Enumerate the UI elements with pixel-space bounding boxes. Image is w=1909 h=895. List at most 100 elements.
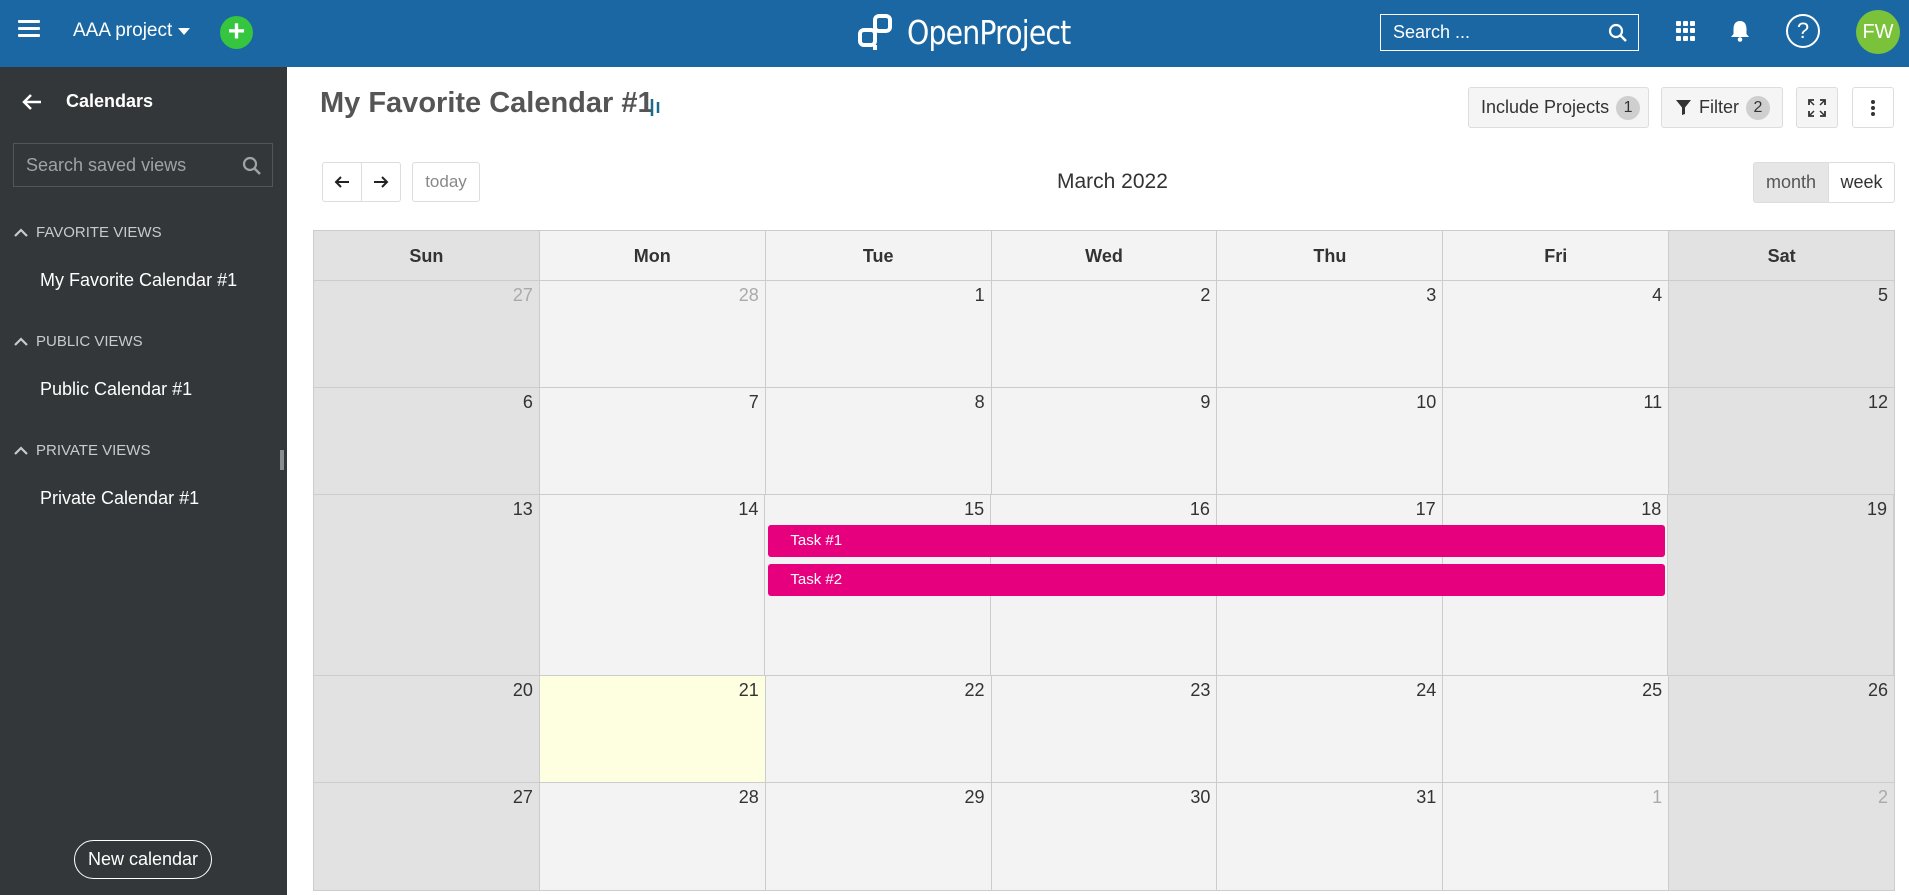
calendar-day[interactable]: 1 xyxy=(1443,783,1670,890)
calendar-day[interactable]: 7 xyxy=(539,388,766,494)
calendar-day[interactable]: 20 xyxy=(314,676,540,782)
day-number[interactable]: 16 xyxy=(1190,499,1210,520)
calendar-day[interactable]: 8 xyxy=(765,388,992,494)
day-number[interactable]: 21 xyxy=(739,680,759,701)
calendar-day[interactable]: 22 xyxy=(765,676,992,782)
logo[interactable]: OpenProject xyxy=(857,10,1097,54)
add-button[interactable]: + xyxy=(220,16,253,49)
prev-button[interactable] xyxy=(322,162,362,202)
day-number[interactable]: 7 xyxy=(749,392,759,413)
day-number[interactable]: 3 xyxy=(1426,285,1436,306)
day-number[interactable]: 6 xyxy=(523,392,533,413)
calendar-day[interactable]: 29 xyxy=(765,783,992,890)
calendar-day[interactable]: 11 xyxy=(1443,388,1670,494)
page-title[interactable]: My Favorite Calendar #1 xyxy=(320,87,654,120)
day-number[interactable]: 2 xyxy=(1878,787,1888,808)
today-button[interactable]: today xyxy=(412,162,480,202)
day-number[interactable]: 22 xyxy=(965,680,985,701)
calendar-day[interactable]: 25 xyxy=(1443,676,1670,782)
month-view-button[interactable]: month xyxy=(1753,162,1829,203)
day-number[interactable]: 14 xyxy=(738,499,758,520)
calendar-day[interactable]: 28 xyxy=(539,783,766,890)
day-number[interactable]: 29 xyxy=(965,787,985,808)
help-icon[interactable]: ? xyxy=(1786,14,1820,48)
bell-icon[interactable] xyxy=(1729,19,1751,43)
day-number[interactable]: 2 xyxy=(1200,285,1210,306)
day-number[interactable]: 23 xyxy=(1190,680,1210,701)
filter-button[interactable]: Filter 2 xyxy=(1661,87,1783,128)
calendar-day[interactable]: 27 xyxy=(314,783,540,890)
global-search-input[interactable] xyxy=(1381,15,1601,50)
day-number[interactable]: 18 xyxy=(1641,499,1661,520)
project-selector[interactable]: AAA project xyxy=(73,20,191,42)
day-number[interactable]: 13 xyxy=(513,499,533,520)
new-calendar-button[interactable]: New calendar xyxy=(74,840,212,879)
sidebar-item-private-calendar[interactable]: Private Calendar #1 xyxy=(40,488,199,509)
calendar-day[interactable]: 14 xyxy=(539,495,766,675)
fullscreen-button[interactable] xyxy=(1796,87,1838,128)
calendar-day[interactable]: 2 xyxy=(1669,783,1895,890)
day-number[interactable]: 5 xyxy=(1878,285,1888,306)
include-projects-button[interactable]: Include Projects 1 xyxy=(1468,87,1649,128)
section-public-views[interactable]: PUBLIC VIEWS xyxy=(14,333,143,350)
day-number[interactable]: 27 xyxy=(513,285,533,306)
calendar-event[interactable]: Task #1 xyxy=(768,525,1666,557)
day-number[interactable]: 27 xyxy=(513,787,533,808)
calendar-day[interactable]: 28 xyxy=(539,281,766,387)
calendar-day[interactable]: 12 xyxy=(1669,388,1895,494)
calendar-day-today[interactable]: 21 xyxy=(539,676,766,782)
day-number[interactable]: 28 xyxy=(739,285,759,306)
day-number[interactable]: 19 xyxy=(1867,499,1887,520)
calendar-day[interactable]: 1 xyxy=(765,281,992,387)
sidebar-resize-handle[interactable] xyxy=(280,450,284,470)
calendar-day[interactable]: 31 xyxy=(1217,783,1444,890)
modules-grid-icon[interactable] xyxy=(1676,21,1696,41)
calendar-day[interactable]: 13 xyxy=(314,495,540,675)
sidebar-item-my-favorite-calendar[interactable]: My Favorite Calendar #1 xyxy=(40,270,237,291)
calendar-day[interactable]: 30 xyxy=(991,783,1218,890)
calendar-event[interactable]: Task #2 xyxy=(768,564,1666,596)
calendar-day[interactable]: 24 xyxy=(1217,676,1444,782)
day-number[interactable]: 1 xyxy=(975,285,985,306)
day-number[interactable]: 31 xyxy=(1416,787,1436,808)
day-number[interactable]: 26 xyxy=(1868,680,1888,701)
day-number[interactable]: 11 xyxy=(1643,392,1662,413)
saved-views-search-input[interactable] xyxy=(14,144,234,186)
back-arrow-icon[interactable] xyxy=(22,93,42,111)
calendar-day[interactable]: 4 xyxy=(1443,281,1670,387)
calendar-day[interactable]: 9 xyxy=(991,388,1218,494)
day-number[interactable]: 4 xyxy=(1652,285,1662,306)
calendar-day[interactable]: 26 xyxy=(1669,676,1895,782)
menu-icon[interactable] xyxy=(18,20,40,42)
day-number[interactable]: 1 xyxy=(1652,787,1662,808)
section-favorite-views[interactable]: FAVORITE VIEWS xyxy=(14,224,162,241)
day-number[interactable]: 12 xyxy=(1868,392,1888,413)
day-number[interactable]: 28 xyxy=(739,787,759,808)
calendar-day[interactable]: 3 xyxy=(1217,281,1444,387)
day-number[interactable]: 9 xyxy=(1200,392,1210,413)
day-number[interactable]: 30 xyxy=(1190,787,1210,808)
day-number[interactable]: 10 xyxy=(1416,392,1436,413)
more-options-button[interactable] xyxy=(1852,87,1894,128)
calendar-day[interactable]: 23 xyxy=(991,676,1218,782)
next-button[interactable] xyxy=(361,162,401,202)
day-number[interactable]: 15 xyxy=(964,499,984,520)
search-icon[interactable] xyxy=(1608,23,1628,43)
calendar-day[interactable]: 10 xyxy=(1217,388,1444,494)
day-number[interactable]: 20 xyxy=(513,680,533,701)
global-search[interactable] xyxy=(1380,14,1639,51)
calendar-day[interactable]: 5 xyxy=(1669,281,1895,387)
calendar-day[interactable]: 2 xyxy=(991,281,1218,387)
day-number[interactable]: 17 xyxy=(1416,499,1436,520)
sidebar-item-public-calendar[interactable]: Public Calendar #1 xyxy=(40,379,192,400)
day-number[interactable]: 25 xyxy=(1642,680,1662,701)
calendar-day[interactable]: 27 xyxy=(314,281,540,387)
search-icon[interactable] xyxy=(242,156,262,176)
day-number[interactable]: 24 xyxy=(1416,680,1436,701)
saved-views-search[interactable] xyxy=(13,143,273,187)
day-number[interactable]: 8 xyxy=(975,392,985,413)
calendar-day[interactable]: 6 xyxy=(314,388,540,494)
week-view-button[interactable]: week xyxy=(1828,162,1895,203)
calendar-day[interactable]: 19 xyxy=(1668,495,1895,675)
section-private-views[interactable]: PRIVATE VIEWS xyxy=(14,442,150,459)
